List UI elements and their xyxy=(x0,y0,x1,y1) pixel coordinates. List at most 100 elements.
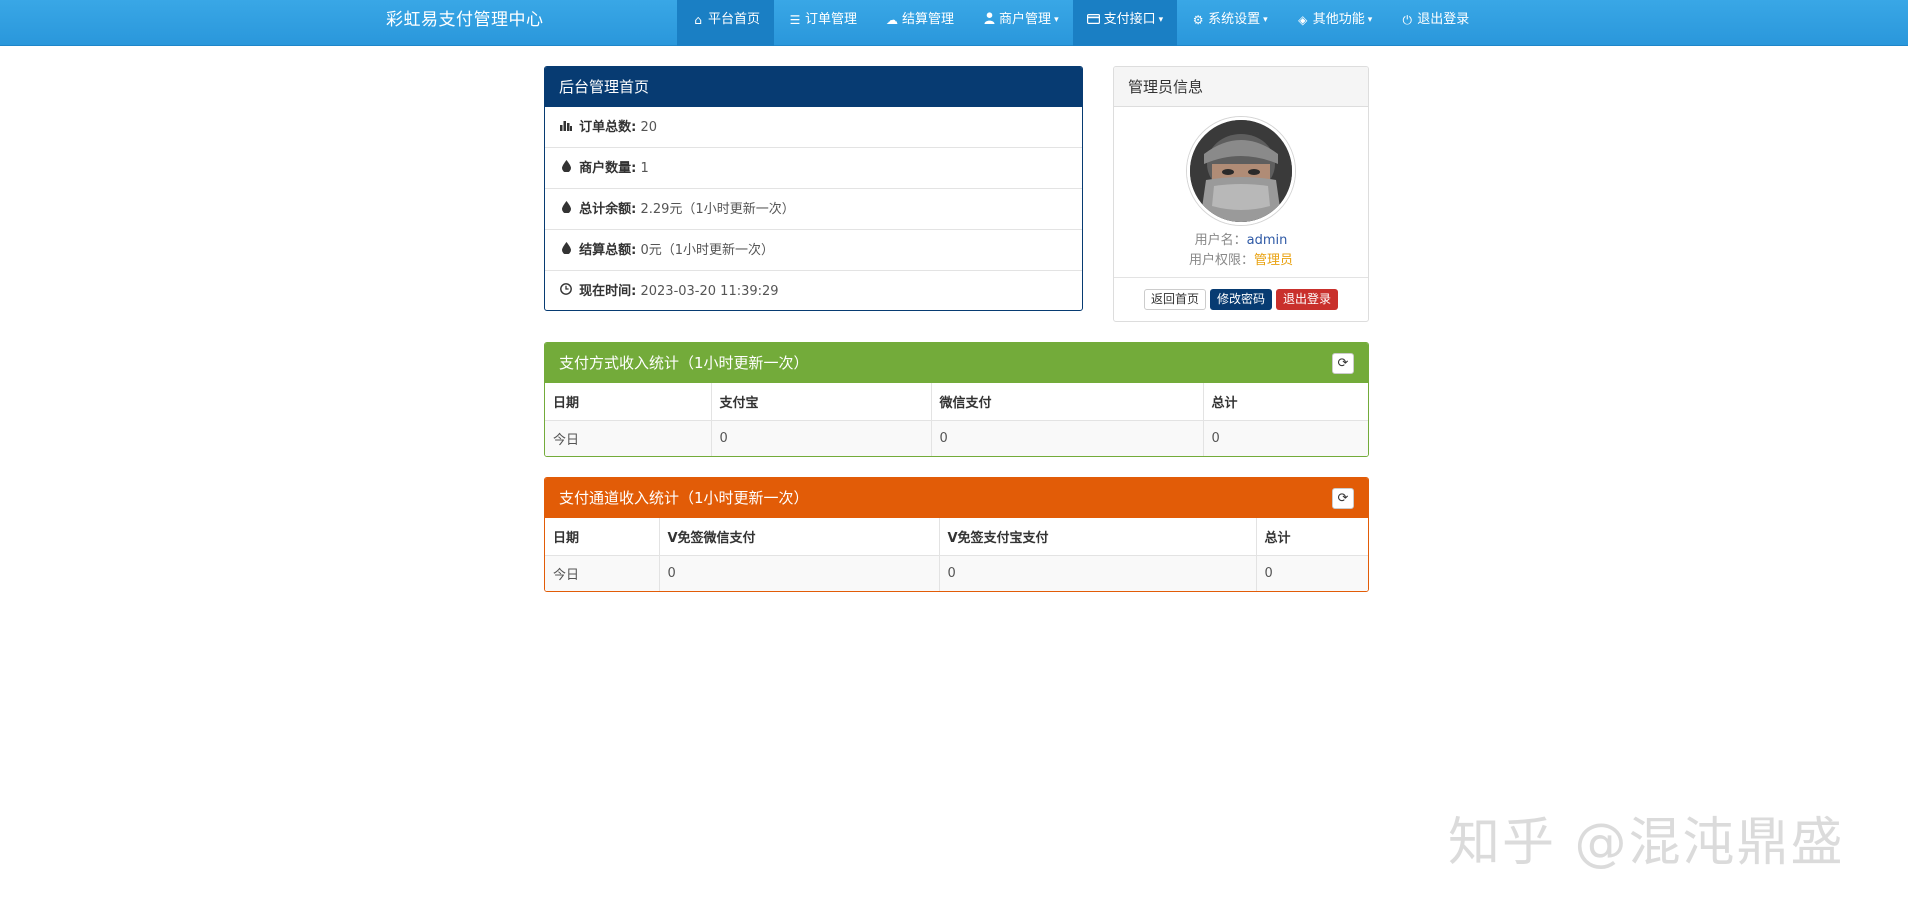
caret-down-icon: ▾ xyxy=(1263,15,1268,25)
refresh-icon: ⟳ xyxy=(1337,356,1349,371)
list-icon: ☰ xyxy=(789,13,801,27)
gear-icon: ⚙ xyxy=(1192,13,1204,27)
nav-item-other-functions[interactable]: ◈ 其他功能 ▾ xyxy=(1282,0,1387,46)
dashboard-title: 后台管理首页 xyxy=(545,67,1082,107)
table-header: 日期 xyxy=(545,383,712,421)
caret-down-icon: ▾ xyxy=(1054,15,1059,25)
stat-value: 1 xyxy=(640,161,649,176)
table-cell: 0 xyxy=(659,555,940,591)
nav-item-orders[interactable]: ☰ 订单管理 xyxy=(774,0,871,46)
stat-value: 20 xyxy=(640,120,658,135)
pay-method-stats-table: 日期 支付宝 微信支付 总计 今日 0 0 0 xyxy=(545,383,1368,456)
table-header: 支付宝 xyxy=(711,383,932,421)
admin-panel: 管理员信息 用户名：admin 用户权限：管理员 返回首页 修改密码 退出登录 xyxy=(1113,66,1369,322)
refresh-button[interactable]: ⟳ xyxy=(1332,488,1354,509)
nav-item-home[interactable]: ⌂ 平台首页 xyxy=(677,0,775,46)
table-header: 日期 xyxy=(545,518,660,556)
nav-item-label: 订单管理 xyxy=(805,12,858,27)
drop-icon-svg xyxy=(561,201,571,214)
nav-item-label: 平台首页 xyxy=(708,12,761,27)
stat-order-total: 订单总数: 20 xyxy=(545,107,1082,148)
table-cell: 今日 xyxy=(545,420,712,456)
nav-item-label: 退出登录 xyxy=(1417,12,1470,27)
pay-channel-stats-title: 支付通道收入统计（1小时更新一次） ⟳ xyxy=(545,478,1368,518)
nav-item-label: 支付接口 xyxy=(1103,12,1156,27)
stat-label: 现在时间: xyxy=(579,284,637,299)
drop-icon xyxy=(559,148,573,188)
table-row: 今日 0 0 0 xyxy=(545,420,1368,456)
brand-title[interactable]: 彩虹易支付管理中心 xyxy=(386,0,544,46)
avatar xyxy=(1187,117,1295,225)
refresh-button[interactable]: ⟳ xyxy=(1332,353,1354,374)
table-cell: 0 xyxy=(1256,555,1368,591)
main-nav: ⌂ 平台首页 ☰ 订单管理 ☁ 结算管理 商户管理 ▾ 支付接口 ▾ ⚙ 系统设… xyxy=(677,0,1483,46)
table-cell: 今日 xyxy=(545,555,660,591)
avatar-image xyxy=(1190,120,1292,222)
table-header: 总计 xyxy=(1203,383,1368,421)
cloud-icon: ☁ xyxy=(886,13,899,27)
username-value: admin xyxy=(1246,233,1288,248)
drop-icon xyxy=(559,189,573,229)
user-icon-svg xyxy=(984,12,995,24)
admin-username-line: 用户名：admin xyxy=(1114,231,1368,251)
table-header: 微信支付 xyxy=(931,383,1204,421)
pay-method-stats-title: 支付方式收入统计（1小时更新一次） ⟳ xyxy=(545,343,1368,383)
credit-card-icon-svg xyxy=(1087,14,1101,25)
change-password-button[interactable]: 修改密码 xyxy=(1209,289,1272,310)
table-row: 今日 0 0 0 xyxy=(545,555,1368,591)
stat-value: 2.29元（1小时更新一次） xyxy=(640,202,795,217)
stat-label: 结算总额: xyxy=(579,243,637,258)
admin-role-line: 用户权限：管理员 xyxy=(1114,251,1368,271)
stat-total-balance: 总计余额: 2.29元（1小时更新一次） xyxy=(545,189,1082,230)
nav-item-label: 商户管理 xyxy=(999,12,1052,27)
clock-icon-svg xyxy=(560,283,572,295)
drop-icon-svg xyxy=(561,242,571,255)
pay-method-stats-panel: 支付方式收入统计（1小时更新一次） ⟳ 日期 支付宝 微信支付 总计 今日 0 … xyxy=(544,342,1369,457)
stat-value: 2023-03-20 11:39:29 xyxy=(640,284,779,299)
watermark: 知乎 @混沌鼎盛 xyxy=(1448,813,1845,873)
stat-label: 总计余额: xyxy=(579,202,637,217)
power-icon: ⏻ xyxy=(1402,13,1412,27)
stat-current-time: 现在时间: 2023-03-20 11:39:29 xyxy=(545,271,1082,310)
admin-panel-title: 管理员信息 xyxy=(1114,67,1368,107)
stat-label: 商户数量: xyxy=(579,161,637,176)
stat-merchant-count: 商户数量: 1 xyxy=(545,148,1082,189)
pay-channel-stats-table: 日期 V免签微信支付 V免签支付宝支付 总计 今日 0 0 0 xyxy=(545,518,1368,591)
nav-item-label: 结算管理 xyxy=(902,12,955,27)
stat-settlement-total: 结算总额: 0元（1小时更新一次） xyxy=(545,230,1082,271)
nav-item-label: 其他功能 xyxy=(1312,12,1365,27)
caret-down-icon: ▾ xyxy=(1367,15,1373,25)
refresh-icon: ⟳ xyxy=(1337,491,1349,506)
user-icon xyxy=(982,0,996,40)
table-cell: 0 xyxy=(939,555,1257,591)
panel-title-text: 支付方式收入统计（1小时更新一次） xyxy=(559,354,809,372)
role-label: 用户权限： xyxy=(1188,253,1254,268)
admin-body: 用户名：admin 用户权限：管理员 xyxy=(1114,107,1368,277)
table-header-row: 日期 支付宝 微信支付 总计 xyxy=(545,383,1368,421)
logout-button[interactable]: 退出登录 xyxy=(1276,289,1339,310)
drop-icon xyxy=(559,230,573,270)
pay-channel-stats-panel: 支付通道收入统计（1小时更新一次） ⟳ 日期 V免签微信支付 V免签支付宝支付 … xyxy=(544,477,1369,592)
dashboard-panel: 后台管理首页 订单总数: 20 商户数量: 1 总计余额: 2.29元（1小时更… xyxy=(544,66,1083,311)
stat-value: 0元（1小时更新一次） xyxy=(640,243,775,258)
admin-actions: 返回首页 修改密码 退出登录 xyxy=(1114,277,1368,321)
nav-item-logout[interactable]: ⏻ 退出登录 xyxy=(1386,0,1483,46)
table-header: V免签微信支付 xyxy=(659,518,940,556)
credit-card-icon xyxy=(1087,0,1101,40)
table-cell: 0 xyxy=(931,420,1204,456)
clock-icon xyxy=(559,271,573,310)
cube-icon: ◈ xyxy=(1298,13,1308,27)
back-home-button[interactable]: 返回首页 xyxy=(1143,289,1206,310)
bar-chart-icon xyxy=(559,107,573,147)
nav-item-merchants[interactable]: 商户管理 ▾ xyxy=(968,0,1073,46)
caret-down-icon: ▾ xyxy=(1158,15,1164,25)
top-navbar: 彩虹易支付管理中心 ⌂ 平台首页 ☰ 订单管理 ☁ 结算管理 商户管理 ▾ 支付… xyxy=(0,0,1908,46)
table-header-row: 日期 V免签微信支付 V免签支付宝支付 总计 xyxy=(545,518,1368,556)
nav-item-settlement[interactable]: ☁ 结算管理 xyxy=(871,0,968,46)
username-label: 用户名： xyxy=(1194,233,1247,248)
nav-item-payment-interface[interactable]: 支付接口 ▾ xyxy=(1072,0,1178,46)
nav-item-system-settings[interactable]: ⚙ 系统设置 ▾ xyxy=(1177,0,1282,46)
drop-icon-svg xyxy=(561,160,571,173)
table-header: V免签支付宝支付 xyxy=(939,518,1257,556)
panel-title-text: 支付通道收入统计（1小时更新一次） xyxy=(559,489,809,507)
